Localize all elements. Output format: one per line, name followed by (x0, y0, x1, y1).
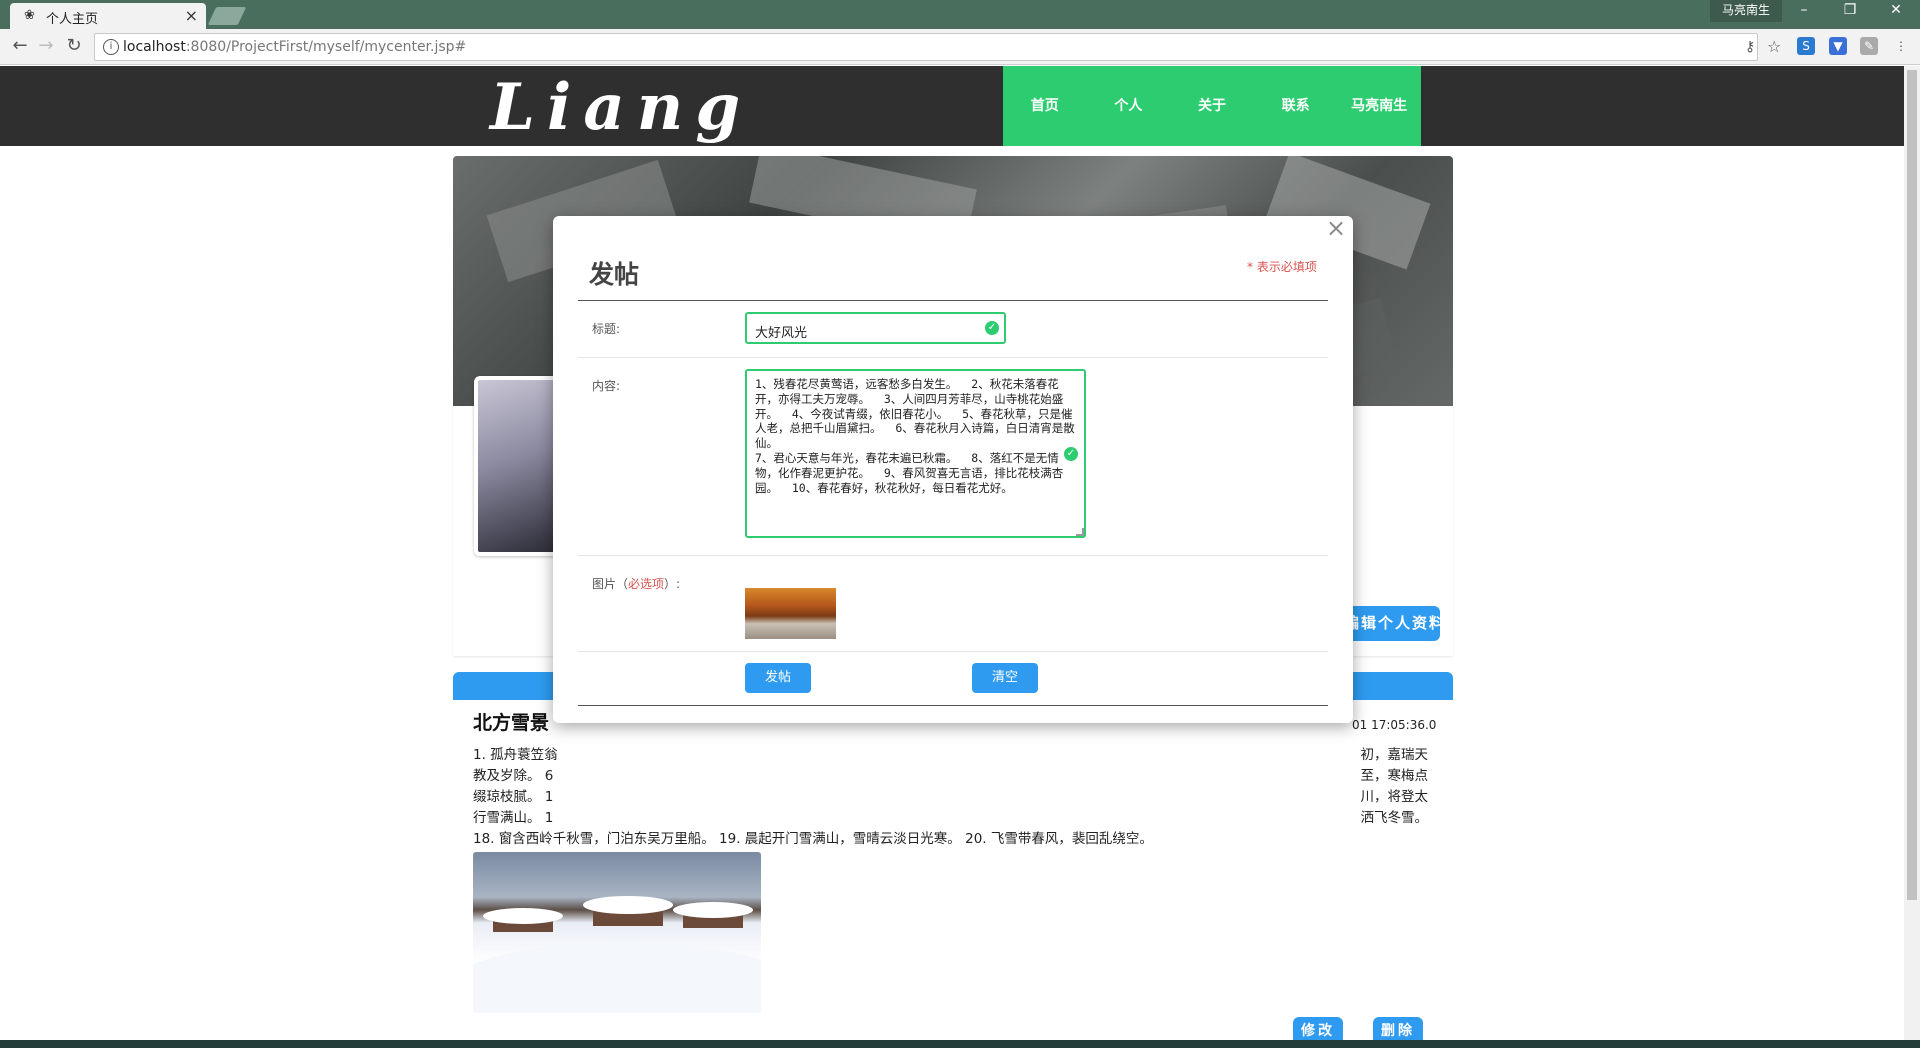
key-icon[interactable]: ⚷ (1745, 39, 1755, 55)
tab-close-icon[interactable]: × (185, 6, 198, 25)
post-image (473, 852, 761, 1013)
submit-post-button[interactable]: 发帖 (745, 663, 811, 693)
tab-favicon-icon: ❀ (24, 8, 35, 23)
nav-user[interactable]: 马亮南生 (1337, 66, 1421, 146)
post-body-line: 18. 窗含西岭千秋雪，门泊东吴万里船。 19. 晨起开门雪满山，雪晴云淡日光寒… (473, 831, 1153, 847)
divider (578, 300, 1328, 301)
required-note: * 表示必填项 (1247, 260, 1317, 274)
extension-s-icon[interactable]: S (1797, 37, 1815, 55)
browser-titlebar: ❀ 个人主页 × 马亮南生 – ❐ ✕ (0, 0, 1920, 29)
title-valid-check-icon: ✓ (985, 321, 999, 335)
clear-form-button[interactable]: 清空 (972, 663, 1038, 693)
os-taskbar (0, 1040, 1920, 1048)
address-url[interactable]: localhost:8080/ProjectFirst/myself/mycen… (123, 39, 466, 55)
tab-title: 个人主页 (46, 12, 99, 27)
browser-user-badge[interactable]: 马亮南生 (1710, 0, 1783, 22)
browser-tab[interactable]: ❀ 个人主页 × (10, 3, 206, 29)
image-preview[interactable] (745, 588, 836, 639)
post-body-right-line: 初，嘉瑞天 (1360, 747, 1429, 763)
divider (578, 651, 1328, 652)
reload-icon[interactable]: ↻ (62, 35, 86, 56)
site-info-icon[interactable]: i (103, 39, 119, 55)
browser-toolbar: ← → ↻ i localhost:8080/ProjectFirst/myse… (0, 29, 1920, 65)
nav-contact[interactable]: 联系 (1254, 66, 1338, 146)
address-bar[interactable]: i localhost:8080/ProjectFirst/myself/myc… (94, 33, 1781, 61)
window-close-button[interactable]: ✕ (1876, 2, 1916, 18)
post-body-line: 行雪满山。 1 (473, 810, 554, 826)
textarea-resize-handle[interactable] (1076, 528, 1084, 536)
back-arrow-icon[interactable]: ← (8, 35, 32, 56)
page-scrollbar[interactable] (1904, 66, 1920, 1040)
site-nav: 首页 个人 关于 联系 马亮南生 (1003, 66, 1421, 146)
post-body-right: 初，嘉瑞天 至，寒梅点 川，将登太 洒飞冬雪。 (1352, 745, 1429, 829)
divider (578, 357, 1328, 358)
modal-close-icon[interactable]: × (1326, 216, 1346, 240)
site-logo[interactable]: Liang (490, 70, 752, 145)
bookmark-star-icon[interactable]: ☆ (1767, 37, 1781, 56)
post-body-right-line: 川，将登太 (1360, 789, 1429, 805)
content-textarea[interactable]: 1、残春花尽黄莺语，远客愁多白发生。 2、秋花未落春花开，亦得工夫万宠辱。 3、… (745, 369, 1086, 538)
post-body-right-line: 至，寒梅点 (1360, 768, 1429, 784)
modal-title: 发帖 (589, 260, 640, 289)
image-label: 图片（必选项）: (592, 577, 681, 591)
extension-pdf-icon[interactable]: ✎ (1860, 37, 1878, 55)
content-label: 内容: (592, 379, 621, 393)
extension-shield-icon[interactable]: ▼ (1829, 37, 1847, 55)
site-header: Liang 首页 个人 关于 联系 马亮南生 (0, 66, 1920, 146)
nav-personal[interactable]: 个人 (1087, 66, 1171, 146)
divider (578, 555, 1328, 556)
content-valid-check-icon: ✓ (1064, 447, 1078, 461)
nav-about[interactable]: 关于 (1170, 66, 1254, 146)
post-body-right-line: 洒飞冬雪。 (1360, 810, 1429, 826)
forward-arrow-icon[interactable]: → (34, 35, 58, 56)
post-date: 01 17:05:36.0 (1352, 718, 1437, 732)
new-tab-button[interactable] (207, 7, 247, 25)
scrollbar-thumb[interactable] (1907, 70, 1917, 900)
title-label: 标题: (592, 322, 621, 336)
post-body: 1. 孤舟蓑笠翁 教及岁除。 6 缀琼枝腻。 1 行雪满山。 1 18. 窗含西… (473, 745, 1428, 850)
divider (578, 705, 1328, 706)
restore-button[interactable]: ❐ (1830, 2, 1870, 18)
post-body-line: 教及岁除。 6 (473, 768, 554, 784)
minimize-button[interactable]: – (1784, 2, 1824, 18)
title-input[interactable]: 大好风光 (745, 312, 1006, 344)
browser-menu-icon[interactable]: ⋮ (1892, 37, 1910, 55)
post-body-line: 1. 孤舟蓑笠翁 (473, 747, 558, 763)
post-body-line: 缀琼枝腻。 1 (473, 789, 554, 805)
nav-home[interactable]: 首页 (1003, 66, 1087, 146)
post-title: 北方雪景 (473, 712, 550, 734)
